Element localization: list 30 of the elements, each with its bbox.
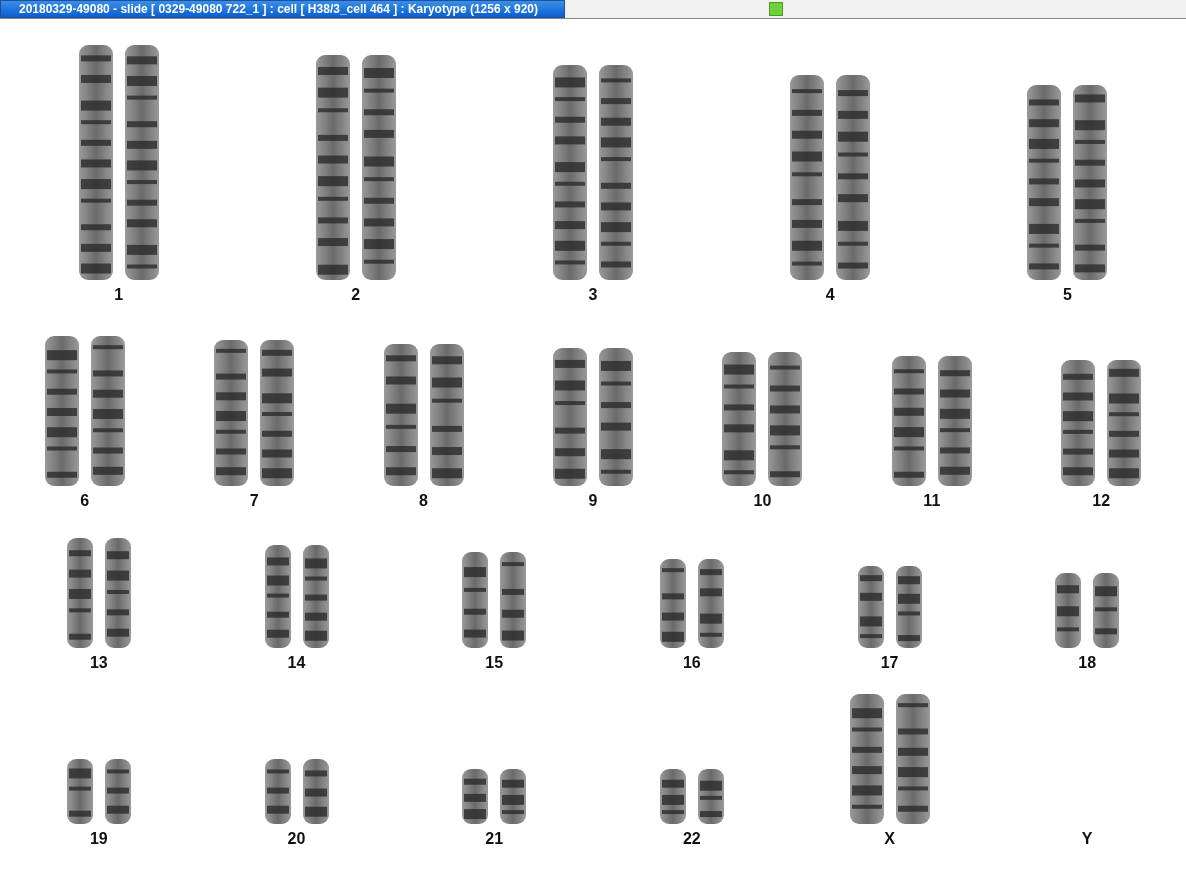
chromosome-label: 7 [249, 492, 259, 510]
chromosome-label: Y [1081, 830, 1093, 848]
chromosome-label: 8 [419, 492, 428, 510]
chromosome-label: 14 [287, 654, 306, 672]
chromosome-label: 1 [114, 286, 124, 304]
chromosome-label: 20 [287, 830, 306, 848]
chromosome-pair-drawing [264, 759, 329, 824]
window-title: 20180329-49080 - slide [ 0329-49080 722_1 ] : cell [ H38/3_cell 464 ] : Karyotype (1256 x 920) [0, 0, 565, 18]
chromosome-label: 19 [89, 830, 108, 848]
chromosome-label: 12 [1092, 492, 1111, 510]
chromosome-label: 3 [588, 286, 598, 304]
chromosome-label: 2 [351, 286, 361, 304]
chromosome-label: 15 [485, 654, 504, 672]
chromosome-pair-drawing [66, 759, 131, 824]
chromosome-label: 6 [80, 492, 90, 510]
chromosome-label: 10 [753, 492, 772, 510]
chromosome-label: 13 [89, 654, 108, 672]
chromosome-label: 5 [1062, 286, 1072, 304]
chromosome-pair-drawing [659, 769, 724, 824]
chromosome-label: 4 [825, 286, 835, 304]
chromosome-label: 16 [682, 654, 701, 672]
chromosome-label: X [884, 830, 895, 848]
chromosome-label: 9 [588, 492, 598, 510]
chromosome-label: 21 [485, 830, 504, 848]
chromosome-label: 18 [1078, 654, 1097, 672]
chromosome-pair-drawing [462, 769, 527, 824]
status-indicator-icon [769, 2, 783, 16]
chromosome-label: 22 [682, 830, 701, 848]
chromosome-label: 11 [923, 492, 941, 510]
chromosome-label: 17 [880, 654, 899, 672]
